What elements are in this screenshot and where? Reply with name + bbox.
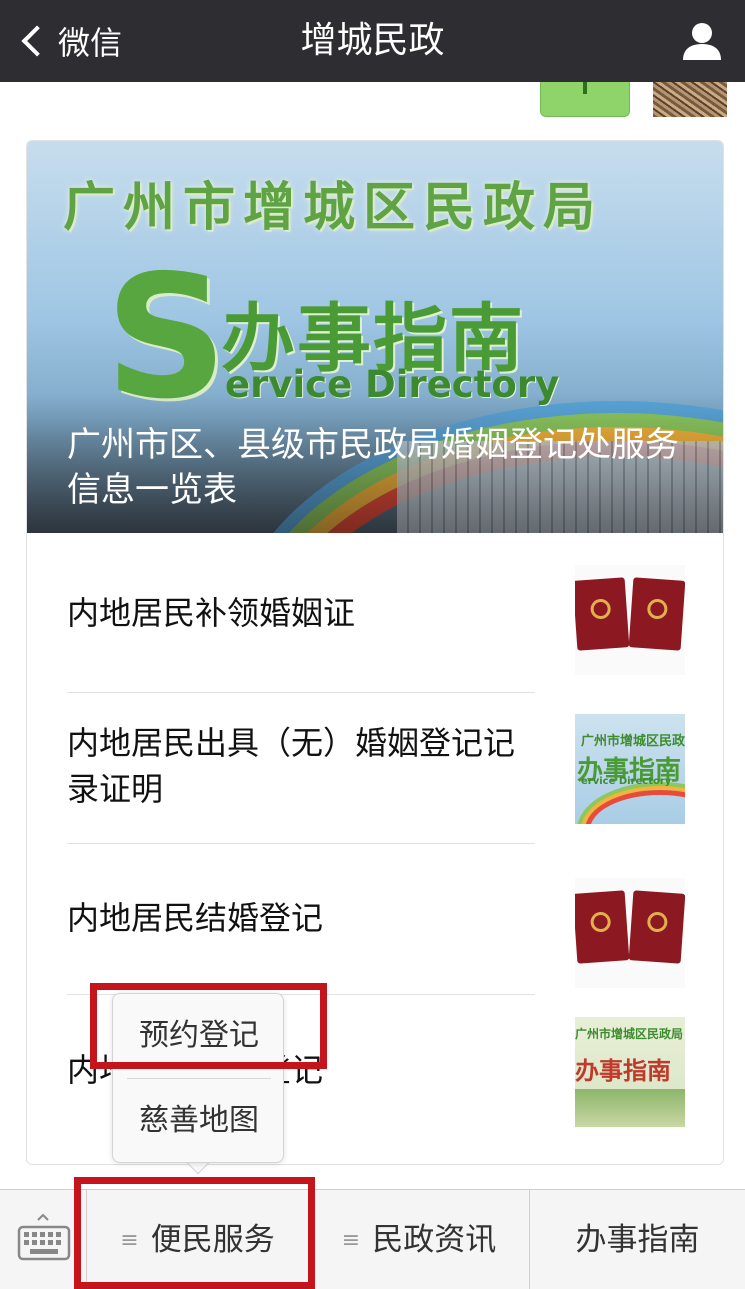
menu-lines-icon: ≡ (120, 1228, 139, 1253)
previous-message-button[interactable] (540, 82, 630, 117)
menu-civil-news[interactable]: ≡ 民政资讯 (309, 1190, 529, 1289)
submenu-item-appointment[interactable]: 预约登记 (113, 994, 285, 1078)
keyboard-icon (17, 1213, 71, 1261)
certificate-thumbnail (575, 878, 685, 988)
menu-lines-icon: ≡ (341, 1228, 361, 1253)
menu-label: 民政资讯 (372, 1222, 497, 1258)
menu-label: 办事指南 (575, 1222, 700, 1258)
cover-title: 广州市区、县级市民政局婚姻登记处服务信息一览表 (67, 425, 679, 510)
article-item-title: 内地居民结婚登记 (67, 899, 324, 937)
article-item-title: 内地居民出具（无）婚姻登记记录证明 (67, 724, 516, 808)
certificate-thumbnail (575, 565, 685, 675)
article-item-3[interactable]: 内地居民结婚登记 (67, 844, 685, 995)
service-directory-thumbnail: 广州市增城区民政局 办事指南 ervice Directory (575, 714, 685, 824)
profile-button[interactable] (679, 18, 725, 64)
top-nav-bar: 微信 增城民政 (0, 0, 745, 82)
back-label: 微信 (58, 24, 123, 62)
thumb-en-text: ervice Directory (581, 776, 672, 787)
person-icon (683, 23, 721, 60)
banner-org-name: 广州市增城区民政局 (63, 177, 604, 238)
article-item-title: 内地居民补领婚姻证 (67, 594, 356, 632)
article-item-1[interactable]: 内地居民补领婚姻证 (67, 533, 685, 693)
plus-icon (583, 82, 587, 94)
chevron-left-icon (21, 25, 53, 57)
article-item-2[interactable]: 内地居民出具（无）婚姻登记记录证明 广州市增城区民政局 办事指南 ervice … (67, 693, 685, 844)
menu-label: 便民服务 (150, 1222, 275, 1258)
avatar (653, 82, 727, 117)
thumb-org-text: 广州市增城区民政局 (575, 1027, 684, 1041)
back-button[interactable]: 微信 (18, 18, 122, 64)
thumb-cn-text: 办事指南 (575, 1057, 671, 1085)
menu-service-guide[interactable]: 办事指南 (530, 1190, 745, 1289)
bottom-menu-bar: ≡ 便民服务 ≡ 民政资讯 办事指南 (0, 1189, 745, 1289)
keyboard-toggle[interactable] (0, 1190, 86, 1289)
submenu-item-charity-map[interactable]: 慈善地图 (113, 1079, 285, 1163)
submenu-popup: 预约登记 慈善地图 (112, 993, 284, 1163)
service-directory-thumbnail: 广州市增城区民政局 办事指南 (575, 1017, 685, 1127)
cover-article[interactable]: 广州市增城区民政局 S 办事指南 ervice Directory 广州市区、县… (27, 141, 723, 533)
thumb-org-text: 广州市增城区民政局 (581, 734, 685, 749)
menu-convenience-services[interactable]: ≡ 便民服务 (87, 1190, 308, 1289)
